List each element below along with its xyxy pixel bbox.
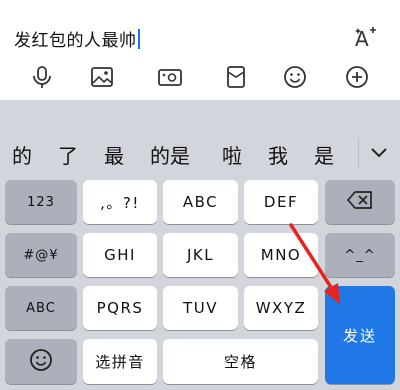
english-mode-key[interactable]: ABC	[5, 286, 77, 330]
text-caret	[137, 29, 140, 49]
emoji-icon[interactable]	[278, 60, 312, 94]
number-mode-key[interactable]: 123	[5, 180, 77, 224]
backspace-icon	[347, 191, 373, 213]
pinyin-select-key[interactable]: 选拼音	[83, 339, 157, 384]
punctuation-key[interactable]: ,。?!	[83, 180, 157, 224]
composer-toolbar	[0, 60, 400, 94]
key-def[interactable]: DEF	[244, 180, 318, 224]
candidate-divider	[358, 138, 359, 168]
message-input-text: 发红包的人最帅	[14, 26, 140, 51]
backspace-key[interactable]	[325, 180, 395, 224]
space-key[interactable]: 空格	[163, 339, 318, 384]
font-style-icon[interactable]: A	[352, 24, 382, 52]
key-pqrs[interactable]: PQRS	[83, 286, 157, 330]
candidate-bar: 的 了 最 的是 啦 我 是	[0, 130, 400, 176]
key-wxyz[interactable]: WXYZ	[244, 286, 318, 330]
key-mno[interactable]: MNO	[244, 233, 318, 277]
smiley-icon	[29, 348, 53, 376]
key-jkl[interactable]: JKL	[163, 233, 238, 277]
candidate-word[interactable]: 我	[268, 140, 288, 169]
send-button[interactable]: 发送	[325, 286, 395, 384]
emoticon-key[interactable]: ^_^	[325, 233, 395, 277]
plus-circle-icon[interactable]	[340, 60, 374, 94]
candidate-word[interactable]: 的是	[150, 140, 190, 169]
candidate-word[interactable]: 是	[314, 140, 334, 169]
camera-icon[interactable]	[153, 60, 187, 94]
image-icon[interactable]	[85, 60, 119, 94]
key-abc[interactable]: ABC	[163, 180, 238, 224]
key-tuv[interactable]: TUV	[163, 286, 238, 330]
chevron-down-icon[interactable]	[364, 138, 394, 168]
candidate-word[interactable]: 了	[58, 140, 78, 169]
message-input[interactable]: 发红包的人最帅 A	[10, 20, 390, 56]
microphone-icon[interactable]	[25, 60, 59, 94]
envelope-icon[interactable]	[219, 60, 253, 94]
message-composer: 发红包的人最帅 A	[0, 0, 400, 100]
candidate-word[interactable]: 的	[12, 140, 32, 169]
candidate-word[interactable]: 最	[104, 140, 124, 169]
candidate-word[interactable]: 啦	[222, 140, 242, 169]
emoji-key[interactable]	[5, 339, 77, 384]
key-ghi[interactable]: GHI	[83, 233, 157, 277]
symbols-key[interactable]: #@¥	[5, 233, 77, 277]
